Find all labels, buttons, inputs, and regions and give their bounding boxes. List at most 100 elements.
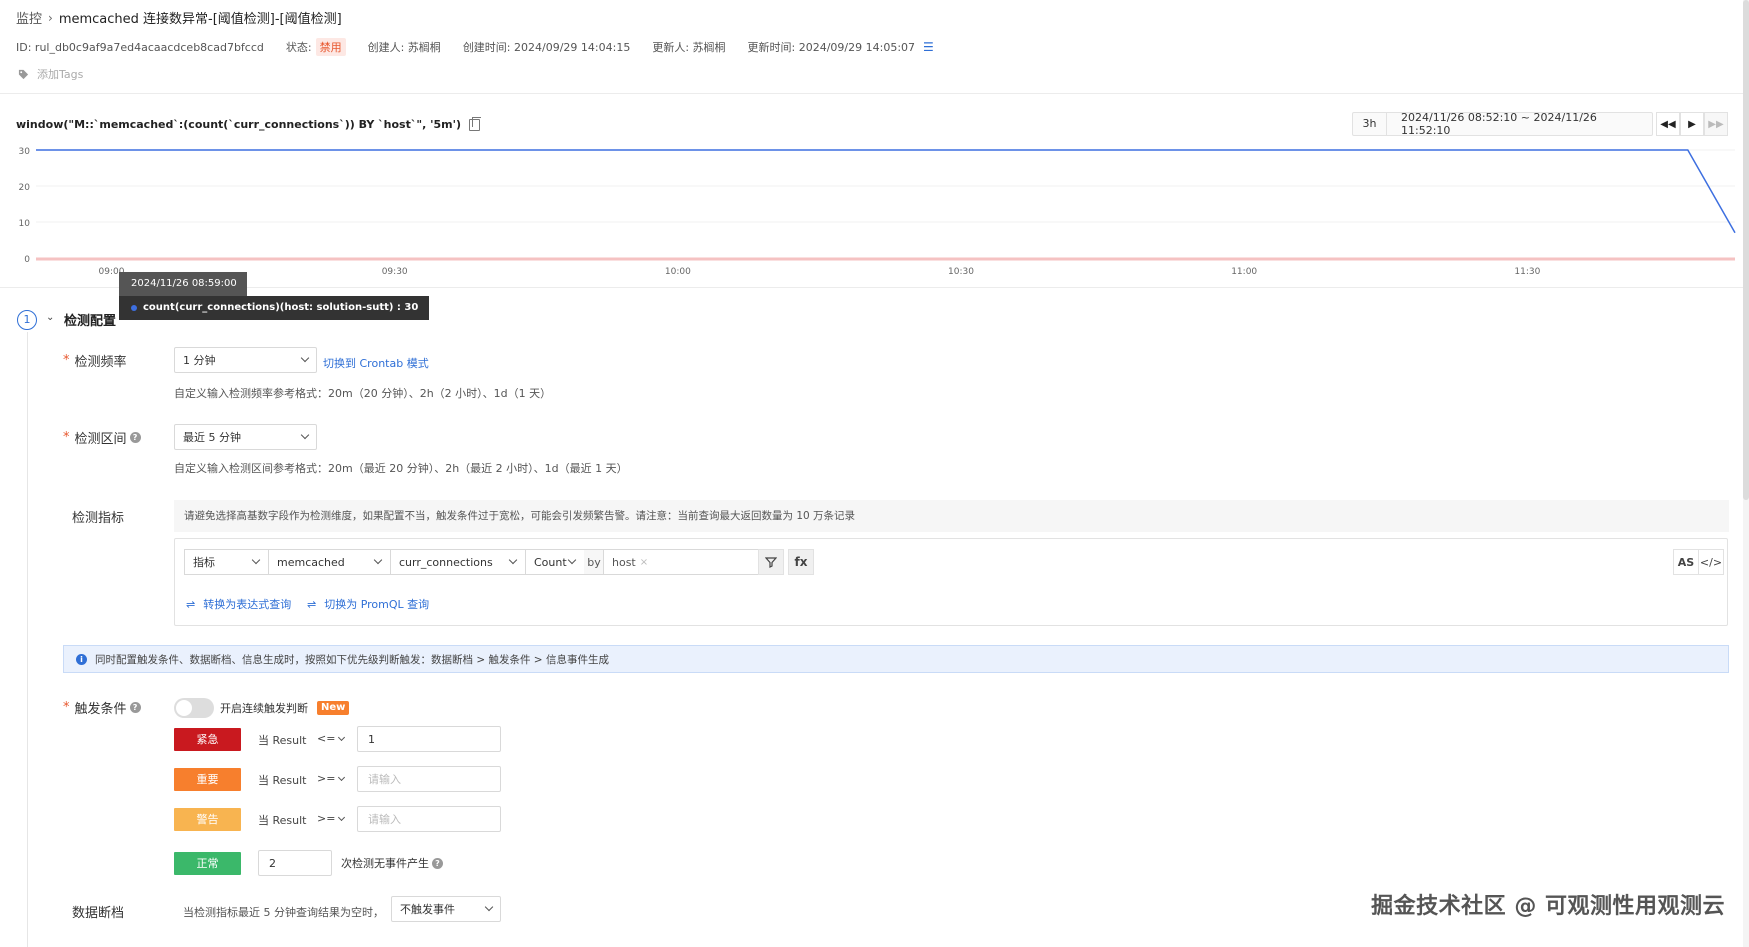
history-icon[interactable]: ☰	[923, 40, 934, 54]
switch-promql-text[interactable]: 切换为 PromQL 查询	[324, 596, 429, 612]
breadcrumb: 监控 › memcached 连接数异常-[阈值检测]-[阈值检测]	[16, 8, 342, 28]
operator-select[interactable]: >=	[317, 812, 346, 825]
query-builder: 指标 memcached curr_connections Count by h…	[174, 538, 1728, 626]
frequency-label: * 检测频率	[63, 351, 127, 370]
operator-select[interactable]: <=	[317, 732, 346, 745]
required-mark: *	[63, 353, 70, 368]
rewind-icon[interactable]: ◀◀	[1656, 112, 1680, 136]
chevron-down-icon	[484, 902, 494, 912]
meta-row: ID: rul_db0c9af9a7ed4acaacdceb8cad7bfccd…	[16, 38, 934, 56]
aggregation-value: Count	[534, 555, 567, 569]
measurement-select[interactable]: memcached	[268, 549, 391, 575]
help-icon[interactable]: ?	[129, 432, 141, 443]
tooltip-series-text: count(curr_connections)(host: solution-s…	[143, 302, 419, 313]
switch-expression-text[interactable]: 转换为表达式查询	[203, 596, 291, 612]
close-icon[interactable]: ×	[640, 557, 648, 568]
threshold-input[interactable]: 请输入	[357, 766, 501, 792]
nodata-select[interactable]: 不触发事件	[391, 896, 501, 922]
metric-hint: 请避免选择高基数字段作为检测维度，如果配置不当，触发条件过于宽松，可能会引发频繁…	[174, 500, 1729, 532]
operator-value: >=	[317, 772, 336, 785]
filter-icon[interactable]	[758, 549, 784, 575]
level-pill: 重要	[174, 768, 241, 791]
x-tick-label: 11:00	[1231, 267, 1257, 277]
condition-label: 当 Result	[258, 734, 307, 747]
required-mark: *	[63, 430, 70, 445]
nodata-value: 不触发事件	[400, 903, 455, 916]
trigger-label-text: 触发条件	[74, 702, 127, 717]
interval-select[interactable]: 最近 5 分钟	[174, 424, 317, 450]
status-label: 状态:	[285, 41, 312, 54]
chevron-down-icon	[508, 555, 518, 565]
chevron-down-icon	[251, 555, 261, 565]
chevron-down-icon	[567, 555, 577, 565]
x-tick-label: 10:00	[665, 267, 691, 277]
alias-button[interactable]: AS	[1673, 549, 1699, 575]
trigger-label: * 触发条件 ?	[63, 698, 141, 717]
scrollbar[interactable]	[1743, 0, 1749, 947]
tag-icon	[18, 69, 29, 79]
chevron-down-icon[interactable]: ⌄	[46, 312, 54, 323]
timeseries-chart[interactable]: 010203009:00 09:30 10:00 10:30 11:00 11:30	[0, 140, 1740, 288]
field-select[interactable]: curr_connections	[390, 549, 526, 575]
help-icon[interactable]: ?	[432, 857, 443, 869]
nodata-label: 数据断档	[72, 902, 124, 921]
y-tick-label: 20	[19, 183, 31, 193]
time-preset[interactable]: 3h	[1353, 113, 1387, 135]
tooltip-time: 2024/11/26 08:59:00	[119, 272, 247, 296]
interval-hint: 自定义输入检测区间参考格式：20m（最近 20 分钟）、2h（最近 2 小时）、…	[174, 462, 628, 475]
y-tick-label: 30	[19, 147, 31, 157]
continuous-trigger-toggle[interactable]	[174, 698, 214, 718]
chevron-down-icon	[338, 733, 346, 741]
time-range-text[interactable]: 2024/11/26 08:52:10 ~ 2024/11/26 11:52:1…	[1387, 111, 1652, 137]
y-tick-label: 10	[19, 219, 31, 229]
step-line	[27, 332, 28, 947]
query-type-select[interactable]: 指标	[184, 549, 269, 575]
copy-icon[interactable]	[468, 116, 481, 131]
frequency-label-text: 检测频率	[74, 355, 127, 370]
section-title[interactable]: 检测配置	[64, 310, 116, 329]
rule-id: ID: rul_db0c9af9a7ed4acaacdceb8cad7bfccd	[16, 40, 264, 54]
query-text: window("M::`memcached`:(count(`curr_conn…	[16, 118, 461, 131]
time-range-picker[interactable]: 3h 2024/11/26 08:52:10 ~ 2024/11/26 11:5…	[1352, 111, 1653, 137]
tags-row[interactable]: 添加Tags	[18, 66, 83, 82]
breadcrumb-root[interactable]: 监控	[16, 8, 42, 27]
fast-forward-icon[interactable]: ▶▶	[1704, 112, 1728, 136]
created-at: 创建时间: 2024/09/29 14:04:15	[462, 41, 631, 54]
x-tick-label: 09:30	[382, 267, 408, 277]
y-tick-label: 0	[24, 255, 30, 265]
x-tick-label: 10:30	[948, 267, 974, 277]
code-icon[interactable]: </>	[1698, 549, 1724, 575]
normal-count-input[interactable]: 2	[258, 850, 332, 876]
threshold-input[interactable]: 1	[357, 726, 501, 752]
toggle-label-text: 开启连续触发判断	[220, 702, 308, 715]
frequency-select[interactable]: 1 分钟	[174, 347, 317, 373]
scrollbar-thumb[interactable]	[1743, 0, 1749, 500]
switch-promql-link[interactable]: ⇌ 切换为 PromQL 查询	[307, 596, 429, 612]
updated-at: 更新时间: 2024/09/29 14:05:07	[747, 41, 916, 54]
level-pill: 警告	[174, 808, 241, 831]
page-title: memcached 连接数异常-[阈值检测]-[阈值检测]	[58, 12, 342, 27]
play-icon[interactable]: ▶	[1680, 112, 1704, 136]
aggregation-select[interactable]: Count	[525, 549, 585, 575]
interval-value: 最近 5 分钟	[183, 431, 241, 444]
metric-label-text: 检测指标	[72, 511, 125, 526]
swap-icon: ⇌	[307, 597, 317, 611]
switch-expression-link[interactable]: ⇌ 转换为表达式查询	[186, 596, 291, 612]
fx-button[interactable]: fx	[788, 549, 814, 575]
series-line	[36, 149, 1736, 234]
crontab-switch-link[interactable]: 切换到 Crontab 模式	[323, 355, 429, 371]
chevron-down-icon	[373, 555, 383, 565]
level-normal: 正常	[174, 852, 241, 875]
help-icon[interactable]: ?	[129, 702, 141, 713]
add-tags-link[interactable]: 添加Tags	[37, 66, 83, 82]
query-expression: window("M::`memcached`:(count(`curr_conn…	[16, 116, 481, 131]
condition-label: 当 Result	[258, 814, 307, 827]
operator-select[interactable]: >=	[317, 772, 346, 785]
toggle-label: 开启连续触发判断 New	[220, 700, 350, 716]
group-by-select[interactable]: host ×	[603, 549, 776, 575]
threshold-input[interactable]: 请输入	[357, 806, 501, 832]
chevron-down-icon	[300, 353, 310, 363]
chevron-down-icon	[338, 813, 346, 821]
watermark: 掘金技术社区 @ 可观测性用观测云	[1371, 894, 1725, 919]
nodata-label-text: 数据断档	[72, 906, 125, 921]
